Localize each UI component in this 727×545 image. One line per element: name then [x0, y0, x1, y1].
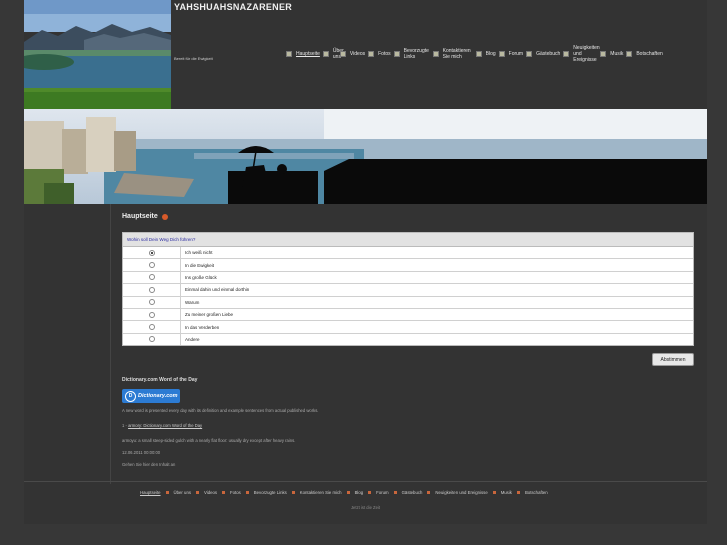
footer-note: Jetzt ist die Zeit — [350, 505, 381, 510]
poll-question: Wohin soll Dein Weg Dich führen? — [123, 233, 693, 247]
nav-bullet-icon — [432, 51, 439, 57]
wotd-heading: Dictionary.com Word of the Day — [122, 377, 198, 383]
nav-bullet-icon — [498, 51, 505, 57]
dictionary-logo-icon: D — [125, 390, 136, 402]
nav-item-neuigkeiten[interactable]: Neuigkeiten und Ereignisse — [563, 45, 600, 63]
poll-option-label: Zu meiner großen Liebe — [185, 312, 234, 318]
radio-button[interactable] — [148, 336, 155, 343]
footer-link-kontakt[interactable]: Kontaktieren Sie mich — [300, 490, 342, 495]
radio-button[interactable] — [148, 262, 155, 269]
nav-item-hauptseite[interactable]: Hauptseite — [286, 51, 320, 57]
content-left-divider — [110, 204, 111, 484]
nav-item-fotos[interactable]: Fotos — [368, 51, 391, 57]
footer-separator-icon — [346, 491, 350, 494]
nav-item-blog[interactable]: Blog — [475, 51, 496, 57]
radio-button[interactable] — [148, 286, 155, 293]
poll-form: Wohin soll Dein Weg Dich führen? Ich wei… — [122, 232, 694, 347]
poll-option[interactable]: Einmal dahin und einmal dorthin — [123, 284, 693, 297]
wotd-entry: 1 - armorу: Dictionary.com Word of the D… — [122, 423, 203, 428]
nav-item-bevorzugte-links[interactable]: Bevorzugte Links — [393, 48, 430, 60]
footer-separator-icon — [222, 491, 226, 494]
page-title: Hauptseite — [122, 213, 168, 220]
footer-separator-icon — [393, 491, 397, 494]
main-navigation: Hauptseite Über uns Videos Fotos Bevorzu… — [286, 42, 666, 66]
footer-separator-icon — [245, 491, 249, 494]
footer-navigation: Hauptseite Über uns Videos Fotos Bevorzu… — [140, 490, 548, 495]
rss-icon[interactable] — [161, 213, 168, 220]
nav-bullet-icon — [368, 51, 375, 57]
nav-bullet-icon — [393, 51, 400, 57]
page-wrapper: YAHSHUAHSNAZARENER Bereit für die Ewigke… — [24, 0, 707, 524]
poll-option-label: Andere — [185, 336, 200, 342]
vote-button[interactable]: Abstimmen — [652, 353, 694, 366]
footer-separator-icon — [368, 491, 372, 494]
poll-option-label: Warum — [185, 299, 200, 305]
nav-bullet-icon — [600, 51, 607, 57]
poll-option[interactable]: Warum — [123, 296, 693, 309]
poll-option-label: In die Ewigkeit — [185, 262, 215, 268]
footer-link-fotos[interactable]: Fotos — [230, 490, 241, 495]
nav-item-botschaften[interactable]: Botschaften — [626, 51, 663, 57]
dictionary-logo[interactable]: D Dictionary.com — [122, 389, 180, 403]
footer-link-botschaften[interactable]: Botschaften — [525, 490, 548, 495]
nav-item-forum[interactable]: Forum — [498, 51, 523, 57]
poll-option[interactable]: Andere — [123, 333, 693, 346]
wotd-more-link[interactable]: Gehen Sie hier den Inhalt an — [122, 462, 175, 467]
footer-link-forum[interactable]: Forum — [376, 490, 388, 495]
nav-item-videos[interactable]: Videos — [339, 51, 365, 57]
footer-separator-icon — [291, 491, 295, 494]
nav-bullet-icon — [563, 51, 570, 57]
nav-item-musik[interactable]: Musik — [600, 51, 623, 57]
poll-option[interactable]: In die Ewigkeit — [123, 259, 693, 272]
site-tagline: Bereit für die Ewigkeit — [174, 56, 213, 61]
wotd-definition: armoyu: a small steep-sided gulch with a… — [122, 438, 296, 443]
footer-separator-icon — [516, 491, 520, 494]
nav-bullet-icon — [339, 51, 346, 57]
radio-button[interactable] — [148, 249, 155, 256]
footer-link-neuigkeiten[interactable]: Neuigkeiten und Ereignisse — [435, 490, 487, 495]
radio-button[interactable] — [148, 299, 155, 306]
nav-bullet-icon — [286, 51, 292, 57]
footer-link-ueber-uns[interactable]: Über uns — [174, 490, 191, 495]
nav-bullet-icon — [526, 51, 533, 57]
nav-bullet-icon — [626, 51, 633, 57]
footer-link-bevorzugte-links[interactable]: Bevorzugte Links — [254, 490, 287, 495]
nav-bullet-icon — [322, 51, 329, 57]
header-landscape-image — [24, 0, 171, 109]
footer-separator-icon — [195, 491, 199, 494]
poll-option[interactable]: Ins große Glück — [123, 271, 693, 285]
nav-item-kontakt[interactable]: Kontaktieren Sie mich — [432, 48, 473, 60]
poll-option-label: Ich weiß nicht — [185, 250, 213, 256]
poll-option[interactable]: In das Verderben — [123, 321, 693, 334]
poll-option-label: Einmal dahin und einmal dorthin — [185, 287, 250, 293]
header-banner-image — [24, 109, 707, 204]
radio-button[interactable] — [148, 311, 155, 318]
wotd-date: 12.06.2011 00:00:00 — [122, 450, 161, 455]
nav-bullet-icon — [475, 51, 482, 57]
footer-link-musik[interactable]: Musik — [501, 490, 512, 495]
wotd-entry-link[interactable]: armorу: Dictionary.com Word of the Day — [128, 423, 202, 428]
wotd-intro: A new word is presented every day with i… — [122, 408, 319, 413]
footer-divider — [24, 481, 707, 482]
footer-link-gaestebuch[interactable]: Gästebuch — [402, 490, 423, 495]
poll-option[interactable]: Zu meiner großen Liebe — [123, 308, 693, 322]
footer-separator-icon — [165, 491, 169, 494]
poll-option-label: Ins große Glück — [185, 274, 217, 280]
site-title: YAHSHUAHSNAZARENER — [174, 2, 293, 12]
footer-link-videos[interactable]: Videos — [204, 490, 217, 495]
footer-separator-icon — [492, 491, 496, 494]
radio-button[interactable] — [148, 324, 155, 331]
nav-item-gaestebuch[interactable]: Gästebuch — [526, 51, 560, 57]
nav-item-ueber-uns[interactable]: Über uns — [322, 48, 344, 60]
radio-button[interactable] — [148, 274, 155, 281]
footer-separator-icon — [427, 491, 431, 494]
poll-option-label: In das Verderben — [185, 324, 220, 330]
footer-link-hauptseite[interactable]: Hauptseite — [140, 490, 161, 495]
poll-option[interactable]: Ich weiß nicht — [123, 247, 693, 260]
footer-link-blog[interactable]: Blog — [355, 490, 364, 495]
